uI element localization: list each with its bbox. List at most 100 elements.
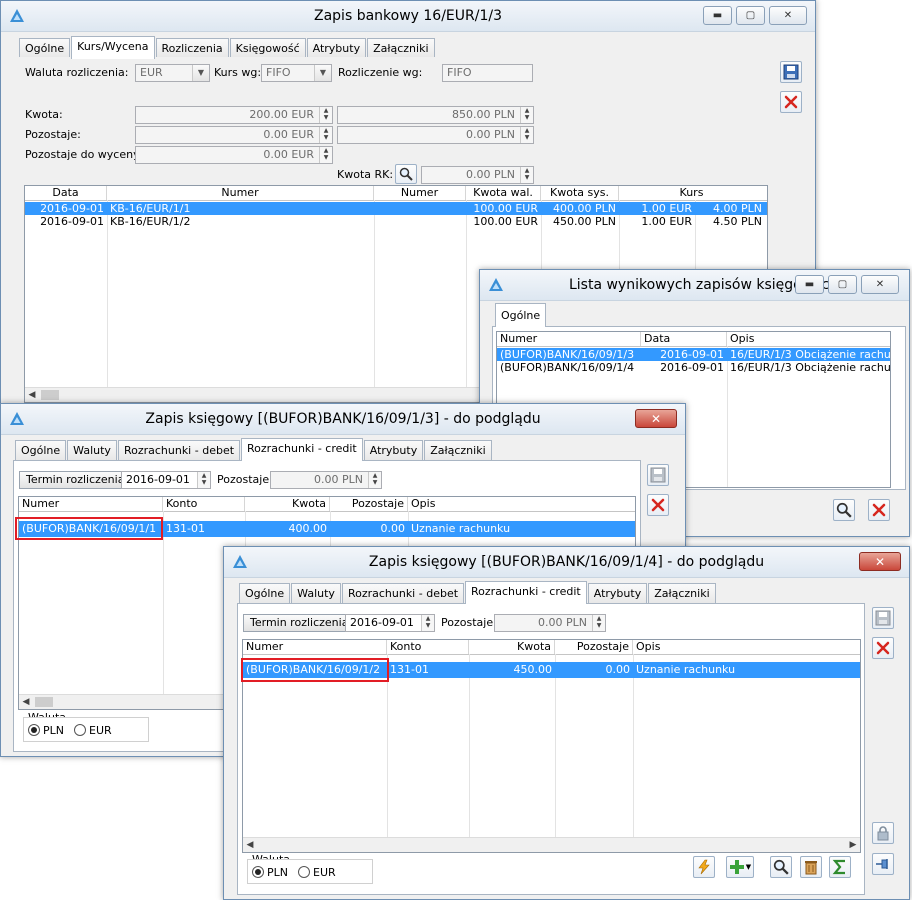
- delete-button[interactable]: [780, 91, 802, 113]
- lightning-button[interactable]: [693, 856, 715, 878]
- horizontal-scrollbar[interactable]: ◀ ▶: [243, 837, 860, 852]
- chevron-right-icon[interactable]: ▶: [846, 838, 860, 852]
- tab-ogolne[interactable]: Ogólne: [19, 38, 71, 59]
- spinner-icon[interactable]: ▲ ▼: [421, 615, 434, 631]
- search-button[interactable]: [770, 856, 792, 878]
- col-kwota-wal[interactable]: Kwota wal.: [466, 186, 541, 200]
- col-konto[interactable]: Konto: [163, 497, 245, 511]
- sigma-button[interactable]: [829, 856, 851, 878]
- col-numer[interactable]: Numer: [107, 186, 374, 200]
- tab-kurs-wycena[interactable]: Kurs/Wycena: [71, 36, 155, 59]
- save-button[interactable]: [780, 61, 802, 83]
- minimize-button[interactable]: ▬: [795, 275, 824, 294]
- radio-eur[interactable]: EUR: [74, 724, 112, 737]
- radio-eur[interactable]: EUR: [298, 866, 336, 879]
- search-button[interactable]: [395, 164, 417, 184]
- tab-zalaczniki[interactable]: Załączniki: [648, 583, 716, 604]
- titlebar[interactable]: Zapis księgowy [(BUFOR)BANK/16/09/1/3] -…: [1, 404, 685, 435]
- col-konto[interactable]: Konto: [387, 640, 469, 654]
- termin-rozliczenia-button[interactable]: Termin rozliczenia: [19, 471, 132, 489]
- pozostaje-pln-field[interactable]: 0.00 PLN ▲ ▼: [337, 126, 534, 144]
- table-row[interactable]: 2016-09-01 KB-16/EUR/1/2 100.00 EUR 450.…: [25, 215, 767, 228]
- tab-rozrachunki-credit[interactable]: Rozrachunki - credit: [241, 438, 363, 461]
- termin-date-field[interactable]: 2016-09-01 ▲ ▼: [121, 471, 211, 489]
- titlebar[interactable]: Zapis księgowy [(BUFOR)BANK/16/09/1/4] -…: [224, 547, 909, 578]
- close-button[interactable]: ✕: [769, 6, 807, 25]
- delete-button[interactable]: [872, 637, 894, 659]
- col-data[interactable]: Data: [641, 332, 727, 346]
- close-button[interactable]: ✕: [635, 409, 677, 428]
- spinner-icon[interactable]: ▲ ▼: [319, 127, 332, 143]
- kwota-eur-field[interactable]: 200.00 EUR ▲ ▼: [135, 106, 333, 124]
- tab-ogolne[interactable]: Ogólne: [239, 583, 291, 604]
- pozostaje-wyceny-field[interactable]: 0.00 EUR ▲ ▼: [135, 146, 333, 164]
- waluta-combo[interactable]: EUR ▼: [135, 64, 210, 82]
- col-numer-dokumentu[interactable]: Numer dokumentu: [374, 186, 466, 213]
- tab-atrybuty[interactable]: Atrybuty: [587, 583, 648, 604]
- col-kwota[interactable]: Kwota: [469, 640, 555, 654]
- col-kurs[interactable]: Kurs: [619, 186, 764, 200]
- tab-zalaczniki[interactable]: Załączniki: [367, 38, 435, 59]
- chevron-left-icon[interactable]: ◀: [19, 695, 33, 709]
- table-row[interactable]: (BUFOR)BANK/16/09/1/3 2016-09-01 16/EUR/…: [497, 348, 890, 361]
- tab-ogolne[interactable]: Ogólne: [15, 440, 67, 461]
- col-pozostaje[interactable]: Pozostaje: [330, 497, 408, 511]
- minimize-button[interactable]: ▬: [703, 6, 732, 25]
- maximize-button[interactable]: ▢: [828, 275, 857, 294]
- delete-button[interactable]: [868, 499, 890, 521]
- termin-rozliczenia-button[interactable]: Termin rozliczenia: [243, 614, 356, 632]
- rozliczenie-field[interactable]: FIFO: [442, 64, 533, 82]
- col-pozostaje[interactable]: Pozostaje: [555, 640, 633, 654]
- col-data[interactable]: Data: [25, 186, 107, 200]
- col-kwota[interactable]: Kwota: [245, 497, 330, 511]
- pin-button[interactable]: [872, 853, 894, 875]
- tab-atrybuty[interactable]: Atrybuty: [306, 38, 367, 59]
- tab-waluty[interactable]: Waluty: [67, 440, 117, 461]
- col-numer[interactable]: Numer: [243, 640, 387, 654]
- delete-button[interactable]: [647, 494, 669, 516]
- titlebar[interactable]: Zapis bankowy 16/EUR/1/3 ▬ ▢ ✕: [1, 1, 815, 32]
- trash-button[interactable]: [800, 856, 822, 878]
- tab-atrybuty[interactable]: Atrybuty: [363, 440, 424, 461]
- add-button[interactable]: ▼: [726, 856, 754, 878]
- pozostaje-eur-field[interactable]: 0.00 EUR ▲ ▼: [135, 126, 333, 144]
- lock-button[interactable]: [872, 822, 894, 844]
- save-button[interactable]: [872, 607, 894, 629]
- spinner-icon[interactable]: ▲ ▼: [520, 107, 533, 123]
- maximize-button[interactable]: ▢: [736, 6, 765, 25]
- kwota-rk-field[interactable]: 0.00 PLN ▲ ▼: [421, 166, 534, 184]
- table-row[interactable]: 2016-09-01 KB-16/EUR/1/1 100.00 EUR 400.…: [25, 202, 767, 215]
- col-opis[interactable]: Opis: [408, 497, 635, 511]
- kwota-pln-field[interactable]: 850.00 PLN ▲ ▼: [337, 106, 534, 124]
- spinner-icon[interactable]: ▲ ▼: [319, 107, 332, 123]
- scroll-thumb[interactable]: [41, 390, 59, 400]
- tab-ksiegowosc[interactable]: Księgowość: [229, 38, 306, 59]
- close-button[interactable]: ✕: [859, 552, 901, 571]
- tab-rozrachunki-debet[interactable]: Rozrachunki - debet: [117, 440, 241, 461]
- spinner-icon[interactable]: ▲ ▼: [319, 147, 332, 163]
- tab-waluty[interactable]: Waluty: [291, 583, 341, 604]
- col-opis[interactable]: Opis: [633, 640, 860, 654]
- chevron-left-icon[interactable]: ◀: [243, 838, 257, 852]
- kurswg-combo[interactable]: FIFO ▼: [261, 64, 332, 82]
- radio-pln[interactable]: PLN: [252, 866, 288, 879]
- table-row[interactable]: (BUFOR)BANK/16/09/1/4 2016-09-01 16/EUR/…: [497, 361, 890, 374]
- col-kwota-sys[interactable]: Kwota sys.: [541, 186, 619, 200]
- scroll-thumb[interactable]: [35, 697, 53, 707]
- chevron-left-icon[interactable]: ◀: [25, 388, 39, 402]
- tab-rozrachunki-credit[interactable]: Rozrachunki - credit: [465, 581, 587, 604]
- spinner-icon[interactable]: ▲ ▼: [197, 472, 210, 488]
- save-button[interactable]: [647, 464, 669, 486]
- spinner-icon[interactable]: ▲ ▼: [368, 472, 381, 488]
- pozostaje-field[interactable]: 0.00 PLN ▲ ▼: [494, 614, 606, 632]
- search-button[interactable]: [833, 499, 855, 521]
- tab-ogolne[interactable]: Ogólne: [495, 303, 547, 327]
- spinner-icon[interactable]: ▲ ▼: [520, 167, 533, 183]
- col-numer[interactable]: Numer: [19, 497, 163, 511]
- tab-zalaczniki[interactable]: Załączniki: [424, 440, 492, 461]
- tab-rozrachunki-debet[interactable]: Rozrachunki - debet: [341, 583, 465, 604]
- col-opis[interactable]: Opis: [727, 332, 890, 346]
- spinner-icon[interactable]: ▲ ▼: [520, 127, 533, 143]
- titlebar[interactable]: Lista wynikowych zapisów księgowych ▬ ▢ …: [480, 270, 909, 301]
- pozostaje-field[interactable]: 0.00 PLN ▲ ▼: [270, 471, 382, 489]
